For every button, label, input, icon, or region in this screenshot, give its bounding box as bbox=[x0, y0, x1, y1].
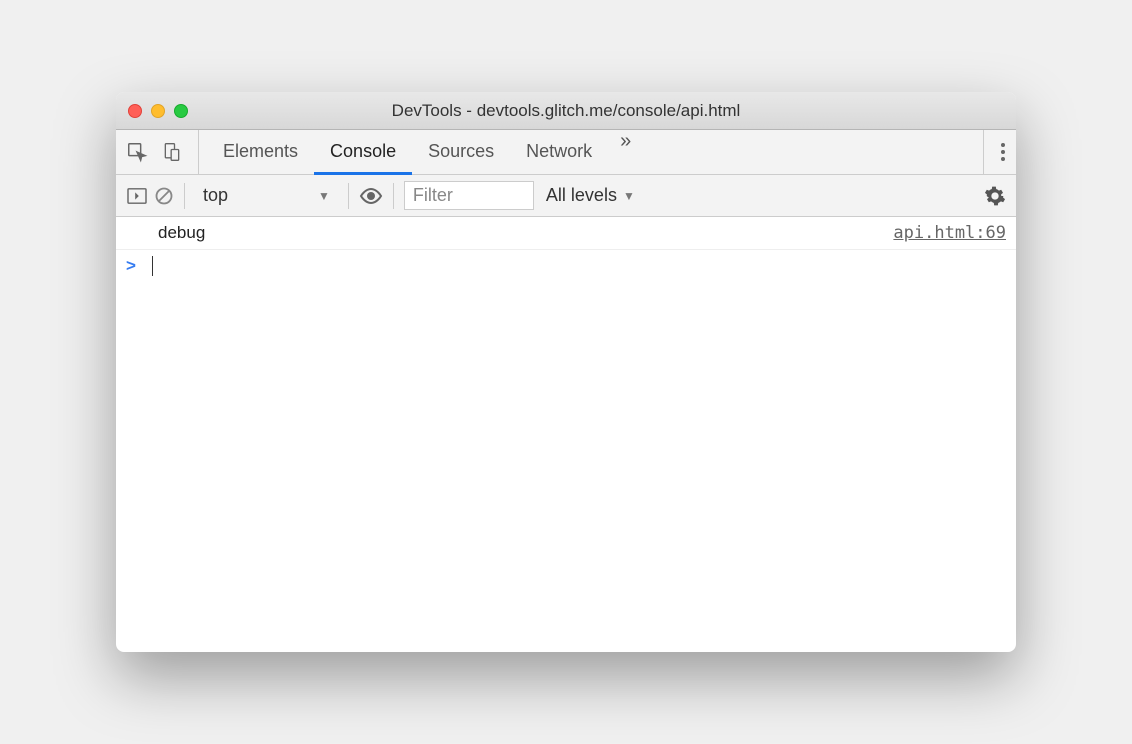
console-prompt[interactable]: > bbox=[116, 250, 1016, 282]
tab-console[interactable]: Console bbox=[314, 130, 412, 175]
window-close-button[interactable] bbox=[128, 104, 142, 118]
devtools-tabbar: Elements Console Sources Network » bbox=[116, 130, 1016, 175]
toolbar-separator bbox=[393, 183, 394, 209]
log-levels-select[interactable]: All levels ▼ bbox=[540, 185, 641, 206]
prompt-cursor bbox=[152, 256, 153, 276]
clear-console-icon[interactable] bbox=[154, 186, 174, 206]
console-toolbar: top ▼ All levels ▼ bbox=[116, 175, 1016, 217]
device-toolbar-icon[interactable] bbox=[162, 141, 182, 163]
window-titlebar: DevTools - devtools.glitch.me/console/ap… bbox=[116, 92, 1016, 130]
tabbar-left-icons bbox=[126, 130, 199, 174]
inspect-element-icon[interactable] bbox=[126, 141, 148, 163]
prompt-chevron-icon: > bbox=[126, 256, 136, 276]
console-settings-icon[interactable] bbox=[984, 185, 1006, 207]
toolbar-separator bbox=[348, 183, 349, 209]
console-log-row: debug api.html:69 bbox=[116, 217, 1016, 250]
toolbar-separator bbox=[184, 183, 185, 209]
log-message: debug bbox=[158, 223, 205, 243]
chevron-down-icon: ▼ bbox=[318, 189, 330, 203]
window-title: DevTools - devtools.glitch.me/console/ap… bbox=[392, 101, 741, 121]
live-expression-icon[interactable] bbox=[359, 187, 383, 205]
window-minimize-button[interactable] bbox=[151, 104, 165, 118]
execution-context-select[interactable]: top ▼ bbox=[195, 185, 338, 206]
tabbar-right bbox=[983, 130, 1006, 174]
tab-network[interactable]: Network bbox=[510, 130, 608, 175]
kebab-menu-icon[interactable] bbox=[1000, 141, 1006, 163]
window-zoom-button[interactable] bbox=[174, 104, 188, 118]
window-controls bbox=[128, 104, 188, 118]
filter-input[interactable] bbox=[404, 181, 534, 210]
tab-sources[interactable]: Sources bbox=[412, 130, 510, 175]
panel-tabs: Elements Console Sources Network » bbox=[199, 130, 643, 174]
chevron-down-icon: ▼ bbox=[623, 189, 635, 203]
more-tabs-button[interactable]: » bbox=[608, 130, 643, 174]
context-label: top bbox=[203, 185, 228, 206]
log-source-link[interactable]: api.html:69 bbox=[893, 223, 1006, 243]
levels-label: All levels bbox=[546, 185, 617, 206]
toggle-sidebar-icon[interactable] bbox=[126, 187, 148, 205]
console-output: debug api.html:69 > bbox=[116, 217, 1016, 652]
devtools-window: DevTools - devtools.glitch.me/console/ap… bbox=[116, 92, 1016, 652]
tab-elements[interactable]: Elements bbox=[207, 130, 314, 175]
